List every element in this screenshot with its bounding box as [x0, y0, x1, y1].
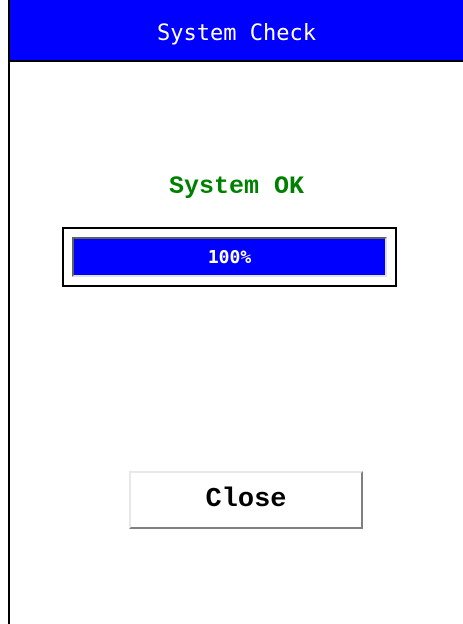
status-message: System OK	[168, 172, 305, 201]
close-button[interactable]: Close	[129, 471, 363, 529]
progress-frame: 100%	[62, 227, 397, 287]
title-bar: System Check	[10, 0, 463, 62]
system-check-window: System Check System OK 100% Close	[8, 0, 463, 624]
close-button-label: Close	[205, 485, 287, 515]
progress-bar: 100%	[72, 237, 387, 277]
window-title: System Check	[157, 20, 316, 46]
progress-label: 100%	[207, 246, 252, 268]
